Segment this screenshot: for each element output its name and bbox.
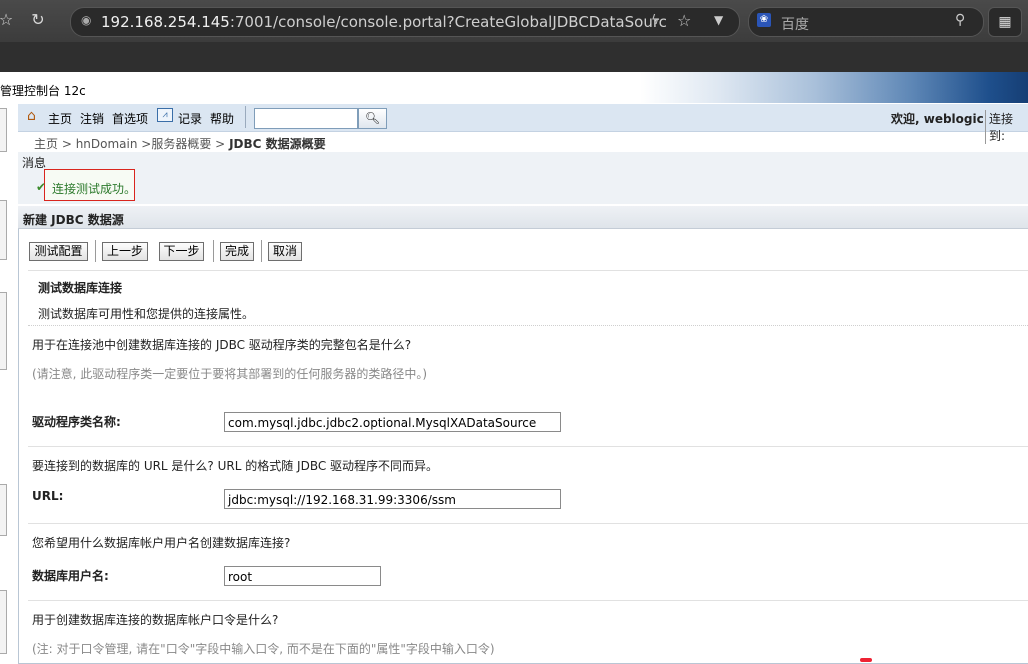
url-path: :7001/console/console.portal?CreateGloba… [229,13,667,31]
username-label: 数据库用户名: [32,569,109,583]
search-icon[interactable]: ⚲ [955,12,965,28]
left-panel-edge [0,292,7,370]
url-label: URL: [32,489,64,503]
finish-button[interactable]: 完成 [220,242,254,261]
username-input[interactable]: root [224,566,381,586]
username-question: 您希望用什么数据库帐户用户名创建数据库连接? [32,536,291,550]
cancel-button[interactable]: 取消 [268,242,302,261]
url-input[interactable]: jdbc:mysql://192.168.31.99:3306/ssm [224,489,561,509]
driver-question: 用于在连接池中创建数据库连接的 JDBC 驱动程序类的完整包名是什么? [32,338,412,352]
nav-home-link[interactable]: 主页 [48,110,72,127]
success-message: 连接测试成功。 [52,182,137,196]
driver-class-input[interactable]: com.mysql.jdbc.jdbc2.optional.MysqlXADat… [224,412,561,432]
breadcrumb-servers[interactable]: 服务器概要 > [151,137,225,151]
section-divider [28,446,1028,447]
left-panel-edge [0,590,7,654]
breadcrumb-current: JDBC 数据源概要 [229,137,326,151]
nav-preferences-link[interactable]: 首选项 [112,110,148,127]
messages-area [18,152,1028,204]
left-panel-edge [0,200,7,260]
left-panel-edge [0,108,7,152]
section-description: 测试数据库可用性和您提供的连接属性。 [38,307,255,321]
console-search-input[interactable] [254,108,358,129]
welcome-text: 欢迎, weblogic [891,112,984,126]
nav-record-link[interactable]: 记录 [178,110,202,127]
nav-divider [245,106,246,128]
button-separator [261,240,262,262]
reload-icon[interactable]: ↻ [26,8,50,32]
nav-help-link[interactable]: 帮助 [210,110,234,127]
left-panel-edge [0,484,7,536]
password-question: 用于创建数据库连接的数据库帐户口令是什么? [32,613,279,627]
section-divider [28,523,1028,524]
apps-grid-icon[interactable]: ▦ [988,7,1022,37]
browser-search-bar[interactable]: ❀ 百度 ⚲ [748,7,984,37]
page-info-icon[interactable]: ◉ [81,13,91,27]
bookmark-star-icon[interactable]: ☆ [0,8,18,32]
panel-title: 新建 JDBC 数据源 [23,213,124,227]
browser-toolbar: ☆ ↻ ◉ 192.168.254.145:7001/console/conso… [0,0,1028,42]
tab-strip [0,42,1028,72]
address-bar[interactable]: ◉ 192.168.254.145:7001/console/console.p… [70,7,740,37]
url-question: 要连接到的数据库的 URL 是什么? URL 的格式随 JDBC 驱动程序不同而… [32,459,439,473]
lightning-icon[interactable]: ϟ [651,13,660,28]
chart-icon[interactable]: ⩘ [157,108,173,122]
url-host: 192.168.254.145 [101,13,230,31]
breadcrumb: 主页 > hnDomain >服务器概要 > JDBC 数据源概要 [34,135,326,152]
section-title: 测试数据库连接 [38,281,123,295]
breadcrumb-domain[interactable]: hnDomain > [76,137,152,151]
magnifier-icon: 🔍︎ [364,111,381,125]
check-icon: ✔ [36,180,47,194]
password-note: (注: 对于口令管理, 请在"口令"字段中输入口令, 而不是在下面的"属性"字段… [32,642,495,656]
next-button[interactable]: 下一步 [159,242,204,261]
panel-title-bar [18,206,1028,229]
back-button[interactable]: 上一步 [102,242,148,261]
test-config-button[interactable]: 测试配置 [29,242,88,261]
section-divider [28,600,1028,601]
breadcrumb-home[interactable]: 主页 > [34,137,72,151]
dropdown-icon[interactable]: ▼ [714,13,723,27]
annotation-mark [860,658,872,662]
url-text: 192.168.254.145:7001/console/console.por… [101,13,667,31]
nav-logout-link[interactable]: 注销 [80,110,104,127]
header-banner [640,72,1028,103]
driver-note: (请注意, 此驱动程序类一定要位于要将其部署到的任何服务器的类路径中。) [32,367,427,381]
console-search-button[interactable]: 🔍︎ [358,108,387,129]
baidu-icon: ❀ [757,13,771,27]
messages-label: 消息 [22,156,47,170]
favorite-star-icon[interactable]: ☆ [677,11,691,30]
search-engine-name: 百度 [781,17,809,33]
console-title: 管理控制台 12c [0,84,86,98]
button-separator [95,240,96,262]
section-divider [28,270,1028,271]
wizard-panel [18,206,1028,664]
section-divider [28,325,1028,326]
button-separator [213,240,214,262]
home-icon[interactable]: ⌂ [27,108,36,124]
driver-class-label: 驱动程序类名称: [32,415,121,429]
connected-to-text: 连接到: [985,110,1028,144]
